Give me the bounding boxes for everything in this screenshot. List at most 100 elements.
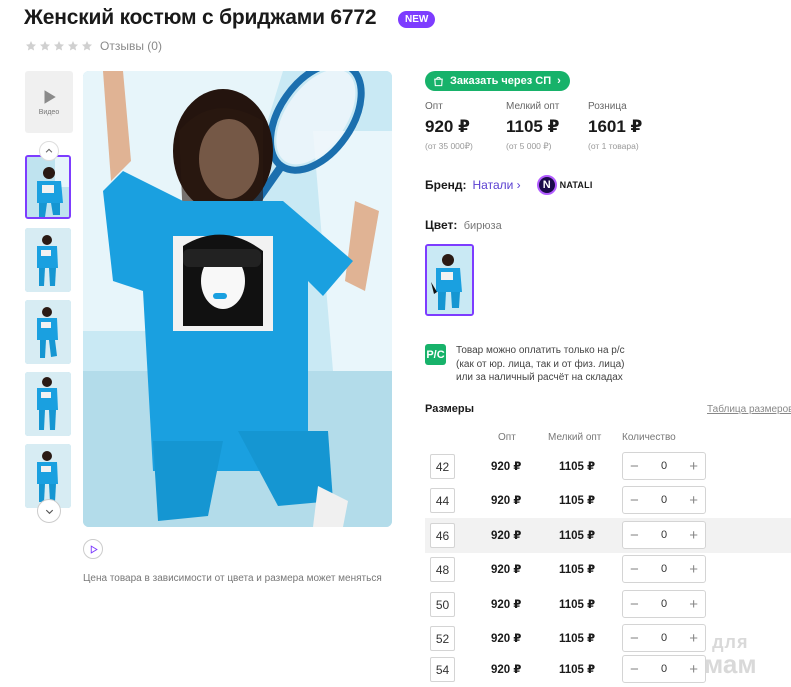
size-price-small: 1105 ₽ (559, 461, 596, 473)
size-price-opt: 920 ₽ (491, 564, 522, 576)
size-price-small: 1105 ₽ (559, 633, 596, 645)
column-header-opt: Опт (498, 432, 516, 443)
size-row: 46 920 ₽ 1105 ₽ − 0 + (425, 518, 791, 553)
size-price-small: 1105 ₽ (559, 599, 596, 611)
scroll-up-button[interactable] (39, 141, 59, 161)
gallery-thumbnail[interactable] (25, 228, 71, 292)
minus-button[interactable]: − (630, 493, 639, 508)
gallery-thumbnail[interactable] (25, 300, 71, 364)
color-swatch-biryuza[interactable] (425, 244, 474, 316)
size-label: 50 (430, 592, 455, 617)
size-price-small: 1105 ₽ (559, 664, 596, 676)
brand-logo-icon: N (536, 175, 557, 195)
plus-button[interactable]: + (689, 493, 698, 508)
size-price-opt: 920 ₽ (491, 599, 522, 611)
size-price-small: 1105 ₽ (559, 564, 596, 576)
rating[interactable]: Отзывы (0) (25, 39, 162, 53)
play-icon (90, 544, 98, 554)
video-label: Видео (38, 109, 60, 116)
play-video-button[interactable] (83, 539, 103, 559)
size-row: 50 920 ₽ 1105 ₽ − 0 + (425, 587, 791, 622)
chevron-right-icon: › (557, 75, 561, 87)
minus-button[interactable]: − (630, 631, 639, 646)
price-block: Опт 920 ₽ (от 35 000₽) Мелкий опт 1105 ₽… (425, 101, 678, 152)
size-price-small: 1105 ₽ (559, 495, 596, 507)
quantity-input[interactable]: 0 (661, 663, 667, 675)
star-icon (53, 40, 65, 52)
chevron-right-icon: › (516, 178, 521, 192)
column-header-qty: Количество (622, 432, 676, 443)
quantity-stepper: − 0 + (622, 521, 706, 549)
quantity-stepper: − 0 + (622, 555, 706, 583)
quantity-stepper: − 0 + (622, 486, 706, 514)
minus-button[interactable]: − (630, 459, 639, 474)
color-label: Цвет: (425, 218, 458, 232)
quantity-stepper: − 0 + (622, 624, 706, 652)
sizes-title: Размеры (425, 403, 475, 415)
quantity-input[interactable]: 0 (661, 494, 667, 506)
minus-button[interactable]: − (630, 597, 639, 612)
plus-button[interactable]: + (689, 631, 698, 646)
reviews-link[interactable]: Отзывы (0) (100, 39, 162, 53)
star-icon (81, 40, 93, 52)
quantity-input[interactable]: 0 (661, 460, 667, 472)
payment-line: Товар можно оплатить только на р/с (456, 345, 625, 356)
order-button-label: Заказать через СП (450, 75, 552, 87)
size-label: 46 (430, 523, 455, 548)
color-value: бирюза (463, 220, 502, 232)
minus-button[interactable]: − (630, 562, 639, 577)
size-price-opt: 920 ₽ (491, 495, 522, 507)
main-product-image[interactable] (83, 71, 392, 527)
column-header-small: Мелкий опт (548, 432, 602, 443)
payment-note: Р/С Товар можно оплатить только на р/с (… (425, 344, 625, 385)
video-thumbnail[interactable]: Видео (25, 71, 73, 133)
size-row: 48 920 ₽ 1105 ₽ − 0 + (425, 552, 791, 587)
quantity-stepper: − 0 + (622, 452, 706, 480)
size-label: 42 (430, 454, 455, 479)
new-badge: NEW (398, 11, 436, 28)
price-retail: Розница 1601 ₽ (от 1 товара) (588, 101, 643, 151)
chevron-up-icon (45, 148, 53, 153)
size-label: 54 (430, 657, 455, 682)
size-price-opt: 920 ₽ (491, 633, 522, 645)
quantity-input[interactable]: 0 (661, 598, 667, 610)
price-small-wholesale: Мелкий опт 1105 ₽ (от 5 000 ₽) (506, 101, 560, 151)
size-row: 44 920 ₽ 1105 ₽ − 0 + (425, 483, 791, 518)
quantity-input[interactable]: 0 (661, 563, 667, 575)
size-label: 44 (430, 488, 455, 513)
gallery-thumbnail[interactable] (25, 155, 71, 219)
brand-link[interactable]: Натали › (473, 178, 521, 192)
plus-button[interactable]: + (689, 662, 698, 677)
size-price-opt: 920 ₽ (491, 461, 522, 473)
quantity-stepper: − 0 + (622, 655, 706, 683)
order-via-sp-button[interactable]: Заказать через СП › (425, 71, 570, 91)
shopping-bag-icon (433, 76, 444, 87)
plus-button[interactable]: + (689, 459, 698, 474)
plus-button[interactable]: + (689, 528, 698, 543)
brand-logo[interactable]: N NATALI (536, 175, 593, 195)
minus-button[interactable]: − (630, 662, 639, 677)
star-icon (67, 40, 79, 52)
play-icon (44, 90, 56, 104)
price-wholesale: Опт 920 ₽ (от 35 000₽) (425, 101, 473, 151)
payment-line: (как от юр. лица, так и от физ. лица) (456, 358, 625, 370)
bank-account-icon: Р/С (425, 344, 446, 365)
plus-button[interactable]: + (689, 562, 698, 577)
scroll-down-button[interactable] (37, 499, 61, 523)
size-price-opt: 920 ₽ (491, 530, 522, 542)
quantity-stepper: − 0 + (622, 590, 706, 618)
minus-button[interactable]: − (630, 528, 639, 543)
size-price-opt: 920 ₽ (491, 664, 522, 676)
star-icon (25, 40, 37, 52)
gallery-thumbnail[interactable] (25, 372, 71, 436)
size-price-small: 1105 ₽ (559, 530, 596, 542)
product-title: Женский костюм с бриджами 6772 (24, 6, 377, 29)
size-table-link[interactable]: Таблица размеров (707, 404, 791, 415)
quantity-input[interactable]: 0 (661, 529, 667, 541)
brand-row: Бренд: Натали › N NATALI (425, 175, 593, 195)
quantity-input[interactable]: 0 (661, 632, 667, 644)
color-row: Цвет: бирюза (425, 218, 502, 232)
chevron-down-icon (45, 509, 53, 514)
payment-line: или за наличный расчёт на складах (456, 372, 623, 383)
plus-button[interactable]: + (689, 597, 698, 612)
